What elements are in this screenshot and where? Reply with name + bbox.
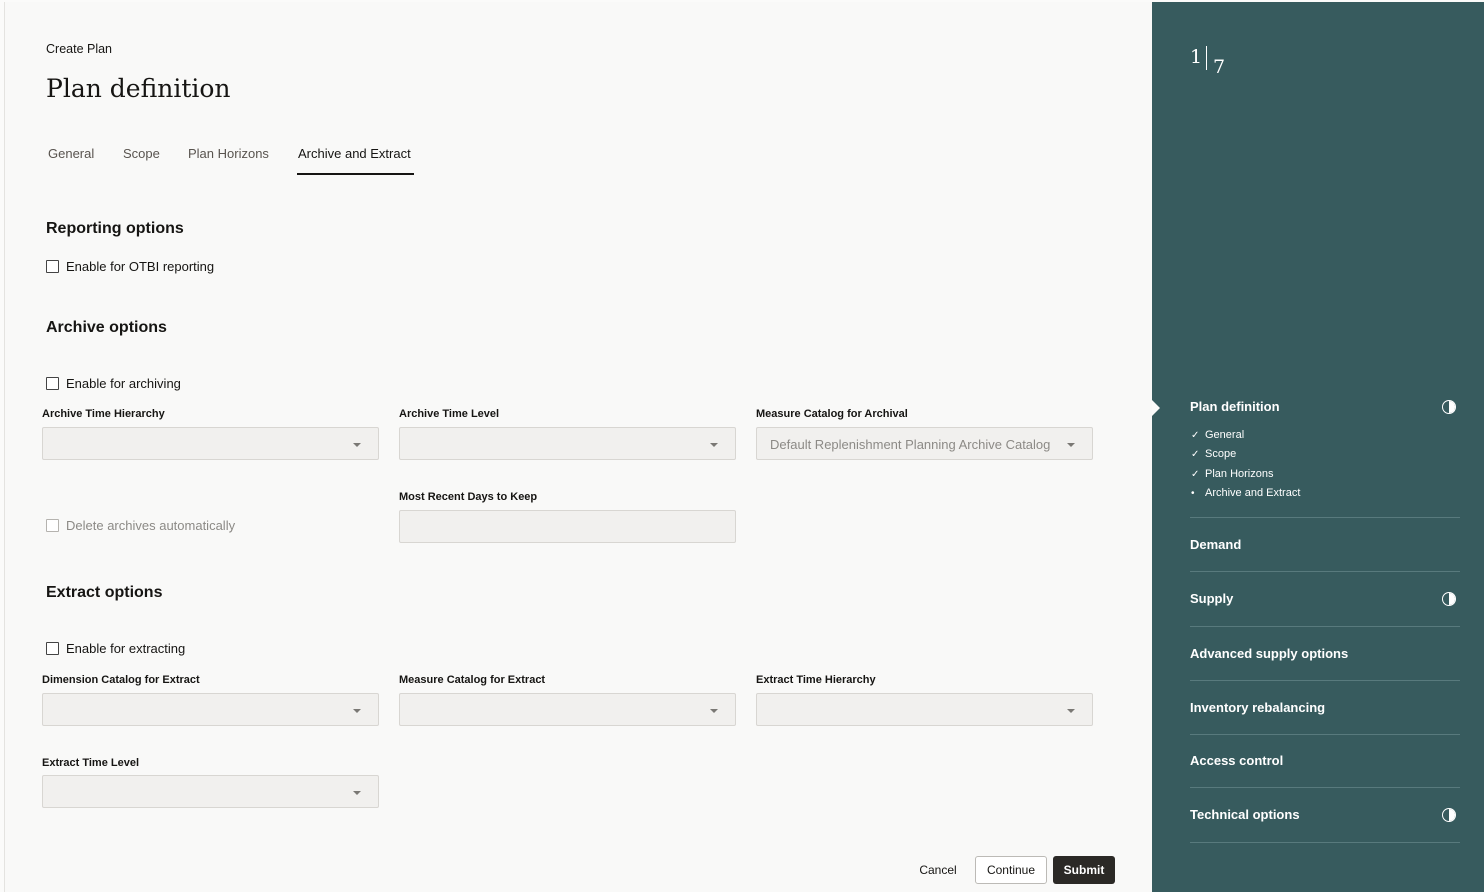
measure-catalog-archival-select[interactable]: Default Replenishment Planning Archive C… <box>756 427 1093 460</box>
delete-archives-label: Delete archives automatically <box>66 518 236 533</box>
most-recent-days-label: Most Recent Days to Keep <box>399 491 538 503</box>
divider <box>1190 842 1460 843</box>
half-circle-icon <box>1442 808 1456 822</box>
sidebar-subitem-plan-horizons[interactable]: ✓ Plan Horizons <box>1191 468 1273 480</box>
select-value: Default Replenishment Planning Archive C… <box>770 437 1051 452</box>
otbi-reporting-checkbox[interactable]: Enable for OTBI reporting <box>46 259 214 274</box>
half-circle-icon <box>1442 592 1456 606</box>
divider <box>1190 517 1460 518</box>
checkbox-box[interactable] <box>46 377 59 390</box>
sidebar-subitem-archive-and-extract[interactable]: • Archive and Extract <box>1191 487 1300 499</box>
divider <box>1190 571 1460 572</box>
chevron-down-icon <box>1067 443 1075 447</box>
subitem-label: General <box>1205 429 1245 441</box>
tab-scope[interactable]: Scope <box>123 146 160 161</box>
main-panel: Create Plan Plan definition General Scop… <box>4 2 1153 892</box>
dimension-catalog-extract-select[interactable] <box>42 693 379 726</box>
step-current: 1 <box>1190 46 1203 68</box>
measure-catalog-archival-label: Measure Catalog for Archival <box>756 408 908 420</box>
sidebar-item-advanced-supply-options[interactable]: Advanced supply options <box>1190 646 1348 661</box>
chevron-down-icon <box>710 443 718 447</box>
divider <box>1190 680 1460 681</box>
progress-sidebar: 1 7 Plan definition ✓ General ✓ Scope ✓ … <box>1152 2 1484 892</box>
sidebar-subitem-scope[interactable]: ✓ Scope <box>1191 448 1236 460</box>
delete-archives-checkbox[interactable]: Delete archives automatically <box>46 518 235 533</box>
chevron-down-icon <box>353 791 361 795</box>
step-divider <box>1206 46 1207 70</box>
extract-time-level-select[interactable] <box>42 775 379 808</box>
subitem-label: Archive and Extract <box>1205 487 1301 499</box>
divider <box>1190 626 1460 627</box>
most-recent-days-input[interactable] <box>399 510 736 543</box>
reporting-options-heading: Reporting options <box>46 220 184 237</box>
active-tab-indicator <box>297 173 414 175</box>
dimension-catalog-extract-label: Dimension Catalog for Extract <box>42 674 200 686</box>
check-icon: ✓ <box>1191 429 1200 441</box>
check-icon: ✓ <box>1191 448 1200 460</box>
archive-options-heading: Archive options <box>46 319 167 336</box>
archive-time-hierarchy-select[interactable] <box>42 427 379 460</box>
divider <box>1190 734 1460 735</box>
bullet-icon: • <box>1191 487 1195 499</box>
sidebar-subitem-general[interactable]: ✓ General <box>1191 429 1244 441</box>
chevron-down-icon <box>710 709 718 713</box>
current-step-pointer <box>1152 400 1160 416</box>
subitem-label: Plan Horizons <box>1205 468 1274 480</box>
checkbox-box[interactable] <box>46 642 59 655</box>
otbi-reporting-label: Enable for OTBI reporting <box>66 259 215 274</box>
checkbox-box[interactable] <box>46 260 59 273</box>
archive-time-level-label: Archive Time Level <box>399 408 500 420</box>
extract-time-hierarchy-select[interactable] <box>756 693 1093 726</box>
sidebar-item-demand[interactable]: Demand <box>1190 537 1241 552</box>
tab-plan-horizons[interactable]: Plan Horizons <box>188 146 269 161</box>
tab-archive-and-extract[interactable]: Archive and Extract <box>298 146 411 161</box>
continue-button[interactable]: Continue <box>975 856 1047 884</box>
submit-button[interactable]: Submit <box>1053 856 1115 884</box>
measure-catalog-extract-select[interactable] <box>399 693 736 726</box>
archive-time-hierarchy-label: Archive Time Hierarchy <box>42 408 165 420</box>
sidebar-item-plan-definition[interactable]: Plan definition <box>1190 399 1280 414</box>
page-title: Plan definition <box>46 74 231 103</box>
chevron-down-icon <box>353 709 361 713</box>
subitem-label: Scope <box>1205 448 1237 460</box>
checkbox-box[interactable] <box>46 519 59 532</box>
sidebar-item-inventory-rebalancing[interactable]: Inventory rebalancing <box>1190 700 1325 715</box>
enable-extracting-checkbox[interactable]: Enable for extracting <box>46 641 185 656</box>
cancel-button[interactable]: Cancel <box>916 856 960 884</box>
step-total: 7 <box>1213 56 1226 78</box>
archive-time-level-select[interactable] <box>399 427 736 460</box>
chevron-down-icon <box>1067 709 1075 713</box>
sidebar-item-technical-options[interactable]: Technical options <box>1190 807 1300 822</box>
check-icon: ✓ <box>1191 468 1200 480</box>
sidebar-item-supply[interactable]: Supply <box>1190 591 1233 606</box>
enable-extracting-label: Enable for extracting <box>66 641 186 656</box>
enable-archiving-label: Enable for archiving <box>66 376 181 391</box>
tab-general[interactable]: General <box>48 146 94 161</box>
chevron-down-icon <box>353 443 361 447</box>
page-eyebrow: Create Plan <box>46 42 113 56</box>
sidebar-item-access-control[interactable]: Access control <box>1190 753 1283 768</box>
extract-time-level-label: Extract Time Level <box>42 757 140 769</box>
extract-options-heading: Extract options <box>46 584 163 601</box>
enable-archiving-checkbox[interactable]: Enable for archiving <box>46 376 181 391</box>
divider <box>1190 787 1460 788</box>
half-circle-icon <box>1442 400 1456 414</box>
extract-time-hierarchy-label: Extract Time Hierarchy <box>756 674 876 686</box>
measure-catalog-extract-label: Measure Catalog for Extract <box>399 674 546 686</box>
